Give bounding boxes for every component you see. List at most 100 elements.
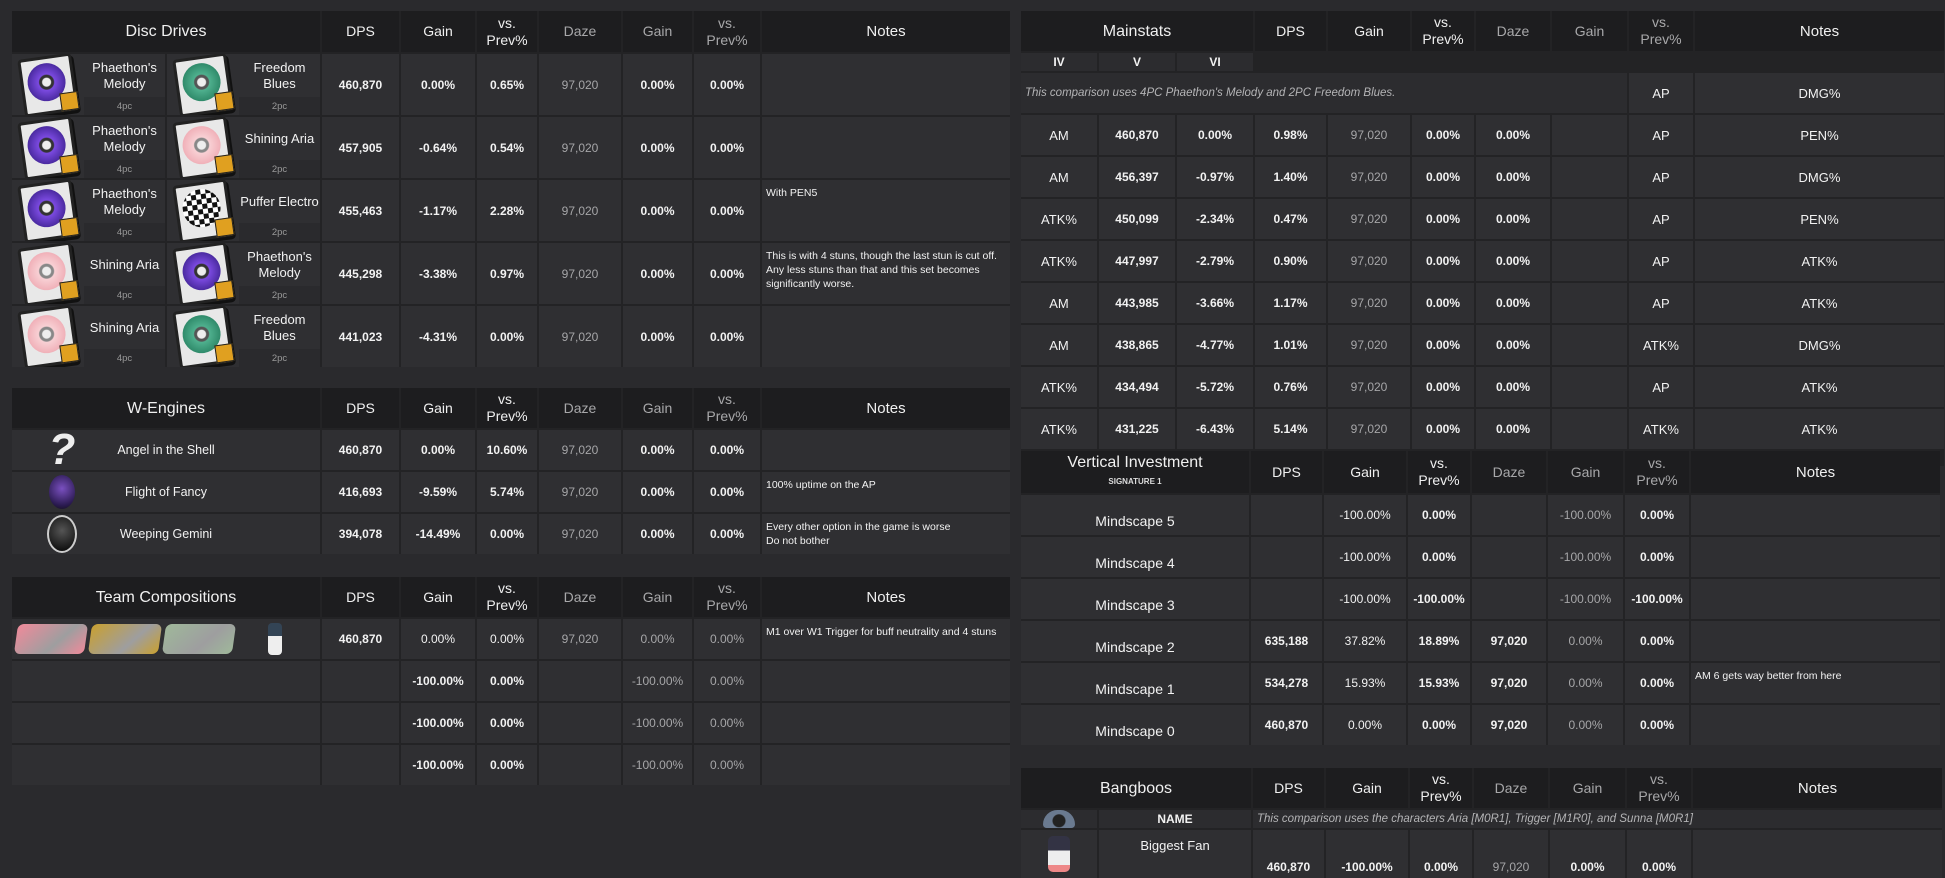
section-title: Vertical Investment SIGNATURE 1	[1021, 451, 1249, 493]
disc-set[interactable]: Shining Aria 2pc	[167, 117, 320, 178]
disc-set[interactable]: Phaethon's Melody 2pc	[167, 243, 320, 304]
cell-dvs: 0.00%	[1476, 283, 1550, 323]
gain-value: -4.31%	[418, 329, 458, 344]
header-prev-text: Prev%	[486, 597, 528, 613]
disc-set[interactable]: Puffer Electro 2pc	[167, 180, 320, 241]
header-daze-vs-prev: vs. Prev%	[694, 11, 760, 52]
disc-icon-wrap	[167, 306, 239, 367]
w-engine-cell[interactable]: Flight of Fancy	[12, 472, 320, 512]
phaethon-disc-icon	[17, 180, 80, 241]
cell-gain: -3.38%	[401, 243, 475, 304]
team-cell[interactable]	[12, 619, 320, 659]
vs-value: 0.00%	[489, 674, 525, 688]
note-text: M1 over W1 Trigger for buff neutrality a…	[766, 626, 997, 638]
mainstat-value: PEN%	[1800, 127, 1839, 143]
header-daze-text: Daze	[1496, 22, 1530, 39]
w-engine-cell[interactable]: ? Angel in the Shell	[12, 430, 320, 470]
cell-gain: -1.17%	[401, 180, 475, 241]
disc-icon-wrap	[167, 117, 239, 178]
w-engine-cell[interactable]: Weeping Gemini	[12, 514, 320, 554]
disc-set[interactable]: Phaethon's Melody 4pc	[12, 54, 165, 115]
mainstat-c1: ATK%	[1629, 409, 1693, 449]
subheader-c3: VI	[1177, 53, 1253, 71]
vs-value: 5.74%	[489, 485, 525, 499]
header-dvs-text: vs.	[1648, 455, 1666, 471]
header-gain: Gain	[1324, 451, 1406, 493]
cell-dps: 460,870	[1099, 115, 1175, 155]
dgain-value: 0.00%	[640, 527, 675, 541]
vs-value: 0.00%	[1421, 508, 1457, 522]
cell-vs: 0.47%	[1255, 199, 1326, 239]
disc-set[interactable]: Shining Aria 4pc	[12, 306, 165, 367]
notes-cell: Every other option in the game is worse …	[762, 514, 1010, 554]
dvs-value: 0.00%	[1639, 508, 1675, 522]
bangboo-name-cell[interactable]: Biggest Fan	[1099, 830, 1251, 878]
dps-value: 443,985	[1115, 296, 1159, 310]
header-notes: Notes	[1693, 768, 1942, 808]
vs-value: 1.17%	[1273, 296, 1308, 310]
gain-value: -100.00%	[412, 674, 464, 688]
mainstat-value: ATK%	[1041, 253, 1077, 269]
dvs-value: 0.00%	[1495, 128, 1531, 142]
section-title-text: Bangboos	[1099, 779, 1173, 797]
gain-value: 0.00%	[1197, 128, 1233, 142]
mainstat-value: ATK%	[1801, 379, 1838, 395]
cell-gain: -4.77%	[1177, 325, 1253, 365]
disc-set[interactable]: Shining Aria 4pc	[12, 243, 165, 304]
bangboo-header-icon-cell	[1021, 810, 1097, 828]
header-gain-text: Gain	[1350, 463, 1380, 480]
disc-set[interactable]: Freedom Blues 2pc	[167, 306, 320, 367]
dps-value: 460,870	[338, 77, 383, 92]
disc-set[interactable]: Freedom Blues 2pc	[167, 54, 320, 115]
header-daze: Daze	[539, 11, 621, 52]
header-dps: DPS	[322, 577, 399, 617]
cell-dvs: 0.00%	[694, 703, 760, 743]
mainstat-c3: ATK%	[1021, 409, 1097, 449]
header-gain-text: Gain	[1352, 779, 1382, 796]
gain-value: -4.77%	[1195, 338, 1235, 352]
disc-badge-icon	[214, 90, 235, 111]
disc-set[interactable]: Phaethon's Melody 4pc	[12, 180, 165, 241]
cell-gain: -3.66%	[1177, 283, 1253, 323]
mainstat-c1: AP	[1629, 115, 1693, 155]
disc-set-name-text: Phaethon's Melody	[247, 248, 312, 280]
header-gain: Gain	[1326, 768, 1408, 808]
mainstat-value: PEN%	[1800, 211, 1839, 227]
header-daze-text: Daze	[563, 23, 597, 39]
header-dps-text: DPS	[346, 588, 375, 605]
dgain-value: 0.00%	[640, 485, 675, 499]
disc-set-name: Shining Aria	[239, 117, 320, 160]
mainstat-c2: DMG%	[1695, 325, 1944, 365]
notes-cell	[1693, 830, 1942, 878]
vs-value: 0.54%	[489, 140, 525, 155]
mainstat-c3: AM	[1021, 325, 1097, 365]
cell-daze: 97,020	[539, 430, 621, 470]
notes-cell: With PEN5	[762, 180, 1010, 241]
freedom-disc-icon	[172, 306, 235, 367]
notes-cell	[1691, 579, 1940, 619]
notes-cell	[1691, 621, 1940, 661]
disc-set[interactable]: Phaethon's Melody 4pc	[12, 117, 165, 178]
note-text: This is with 4 stuns, though the last st…	[766, 250, 997, 290]
vertical-investment-table: Vertical Investment SIGNATURE 1 DPS Gain vs.…	[1021, 451, 1940, 745]
vs-value: -100.00%	[1413, 592, 1465, 606]
cell-dps: 455,463	[322, 180, 399, 241]
cell-dps: 450,099	[1099, 199, 1175, 239]
w-engine-name: Flight of Fancy	[125, 485, 207, 499]
cell-dps: 394,078	[322, 514, 399, 554]
cell-gain: 0.00%	[401, 430, 475, 470]
cell-daze	[1472, 579, 1546, 619]
cell-dvs: 0.00%	[694, 661, 760, 701]
header-daze: Daze	[1472, 451, 1546, 493]
vs-value: 0.98%	[1273, 128, 1308, 142]
mainstat-value: AM	[1049, 127, 1069, 143]
dvs-value: 0.00%	[1641, 860, 1677, 874]
header-daze-gain: Gain	[623, 577, 692, 617]
header-prev-text: Prev%	[1422, 31, 1464, 47]
mainstat-value: AP	[1652, 253, 1670, 269]
dvs-value: 0.00%	[709, 140, 745, 155]
disc-set-name: Shining Aria	[84, 243, 165, 286]
section-title-text: W-Engines	[127, 399, 205, 417]
dgain-value: 0.00%	[1425, 128, 1461, 142]
header-dps: DPS	[1255, 11, 1326, 51]
